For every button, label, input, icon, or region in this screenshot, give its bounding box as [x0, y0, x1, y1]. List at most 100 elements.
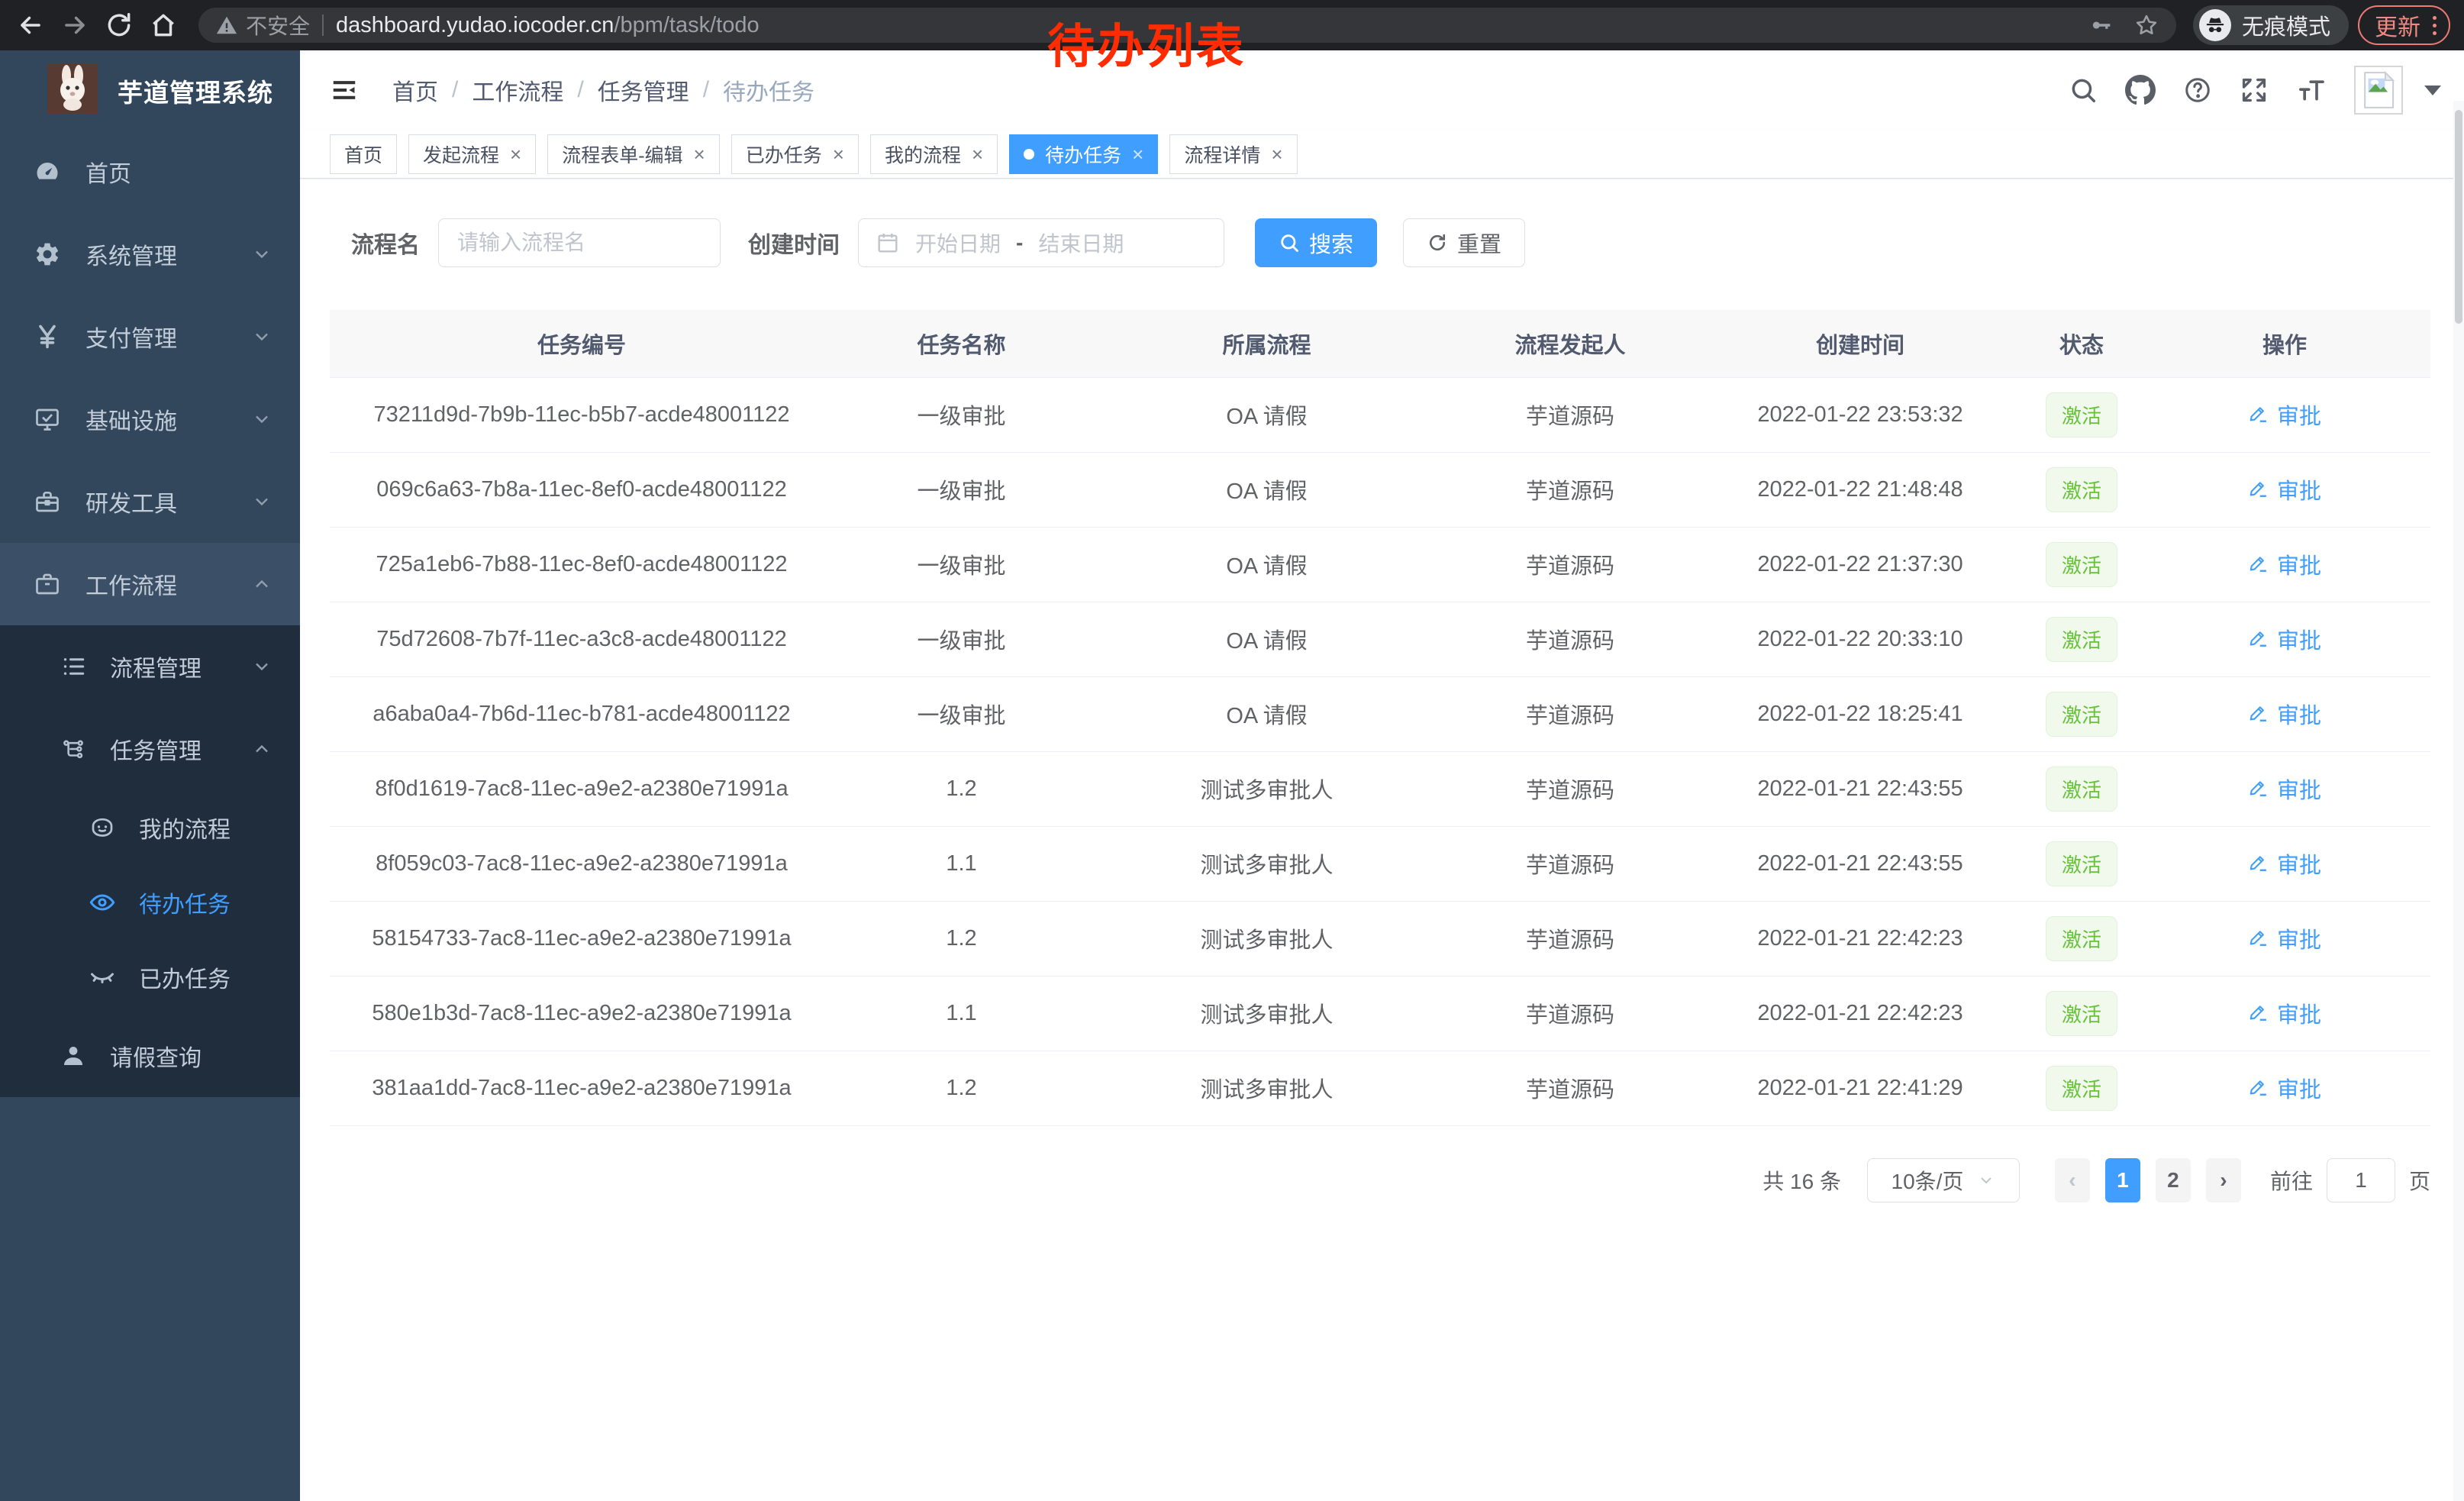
tab-label: 待办任务: [1045, 140, 1121, 168]
incognito-label: 无痕模式: [2242, 9, 2330, 41]
table-row: 725a1eb6-7b88-11ec-8ef0-acde48001122一级审批…: [330, 527, 2430, 602]
sidebar-item[interactable]: 任务管理: [0, 708, 300, 790]
sidebar-item[interactable]: 研发工具: [0, 460, 300, 543]
cell-initiator: 芋道源码: [1444, 602, 1696, 676]
browser-menu-icon[interactable]: [2433, 16, 2437, 35]
cell-initiator: 芋道源码: [1444, 676, 1696, 751]
font-size-icon[interactable]: [2296, 75, 2327, 105]
tab-label: 流程表单-编辑: [562, 140, 682, 168]
cell-id: a6aba0a4-7b6d-11ec-b781-acde48001122: [330, 676, 834, 751]
sidebar-item[interactable]: 首页: [0, 131, 300, 213]
next-page-button[interactable]: ›: [2206, 1158, 2241, 1202]
page-button-2[interactable]: 2: [2156, 1158, 2191, 1202]
pencil-icon: [2248, 928, 2269, 949]
dashboard-icon: [32, 158, 63, 186]
avatar-caret-icon[interactable]: [2424, 86, 2441, 95]
sidebar-item[interactable]: 已办任务: [0, 940, 300, 1015]
cell-status: 激活: [2024, 751, 2139, 826]
tab-流程详情[interactable]: 流程详情×: [1169, 134, 1297, 174]
fullscreen-icon[interactable]: [2240, 76, 2269, 105]
cell-created: 2022-01-21 22:42:23: [1696, 901, 2024, 976]
column-header: 所属流程: [1089, 310, 1444, 377]
reset-button[interactable]: 重置: [1403, 218, 1525, 267]
process-name-input[interactable]: [438, 218, 721, 267]
tab-发起流程[interactable]: 发起流程×: [408, 134, 536, 174]
password-key-icon[interactable]: [2089, 13, 2114, 37]
security-badge[interactable]: 不安全: [215, 10, 310, 40]
sidebar-item[interactable]: 请假查询: [0, 1015, 300, 1097]
tab-流程表单-编辑[interactable]: 流程表单-编辑 ×: [547, 134, 720, 174]
table-row: 069c6a63-7b8a-11ec-8ef0-acde48001122一级审批…: [330, 452, 2430, 527]
end-date-placeholder: 结束日期: [1038, 228, 1124, 258]
tab-我的流程[interactable]: 我的流程×: [870, 134, 998, 174]
sidebar-item[interactable]: 工作流程: [0, 543, 300, 625]
breadcrumb-item[interactable]: 任务管理: [598, 73, 689, 107]
close-icon[interactable]: ×: [1132, 144, 1143, 164]
cell-process: OA 请假: [1089, 377, 1444, 452]
approve-link[interactable]: 审批: [2248, 1072, 2321, 1104]
bookmark-star-icon[interactable]: [2133, 12, 2159, 38]
pencil-icon: [2248, 1077, 2269, 1099]
cell-action: 审批: [2139, 377, 2430, 452]
app-logo[interactable]: 芋道管理系统: [0, 50, 300, 131]
approve-link[interactable]: 审批: [2248, 548, 2321, 580]
scrollbar-thumb[interactable]: [2455, 110, 2462, 324]
breadcrumb-item[interactable]: 首页: [392, 73, 438, 107]
approve-link[interactable]: 审批: [2248, 997, 2321, 1029]
date-range-picker[interactable]: 开始日期 - 结束日期: [858, 218, 1224, 267]
sidebar-item[interactable]: 基础设施: [0, 378, 300, 460]
reload-icon[interactable]: [102, 8, 136, 42]
prev-page-button[interactable]: ‹: [2055, 1158, 2090, 1202]
sidebar-item[interactable]: 支付管理: [0, 295, 300, 378]
page-scrollbar[interactable]: [2453, 101, 2464, 1501]
cell-process: 测试多审批人: [1089, 901, 1444, 976]
approve-link[interactable]: 审批: [2248, 922, 2321, 954]
close-icon[interactable]: ×: [1271, 144, 1282, 164]
cell-name: 1.2: [834, 751, 1089, 826]
tab-已办任务[interactable]: 已办任务×: [731, 134, 859, 174]
goto-page-input[interactable]: 1: [2327, 1158, 2395, 1202]
breadcrumb-item[interactable]: 工作流程: [472, 73, 563, 107]
cell-status: 激活: [2024, 976, 2139, 1051]
sidebar-item[interactable]: 系统管理: [0, 213, 300, 295]
search-icon[interactable]: [2069, 76, 2098, 105]
home-icon[interactable]: [147, 8, 180, 42]
close-icon[interactable]: ×: [833, 144, 844, 164]
annotation-overlay: 待办列表: [1047, 8, 1246, 76]
back-icon[interactable]: [14, 8, 47, 42]
sidebar-item-label: 基础设施: [85, 402, 177, 436]
search-button[interactable]: 搜索: [1255, 218, 1377, 267]
approve-link[interactable]: 审批: [2248, 698, 2321, 730]
github-icon[interactable]: [2125, 75, 2156, 105]
close-icon[interactable]: ×: [972, 144, 983, 164]
cell-name: 一级审批: [834, 602, 1089, 676]
sidebar-collapse-icon[interactable]: [330, 76, 359, 105]
page-button-1[interactable]: 1: [2105, 1158, 2140, 1202]
close-icon[interactable]: ×: [510, 144, 521, 164]
sidebar-item[interactable]: 我的流程: [0, 790, 300, 865]
topbar: 首页/工作流程/任务管理/待办任务: [300, 50, 2464, 130]
help-icon[interactable]: [2183, 76, 2212, 105]
approve-link[interactable]: 审批: [2248, 623, 2321, 655]
main-area: 首页/工作流程/任务管理/待办任务: [300, 50, 2464, 1501]
status-badge: 激活: [2046, 991, 2117, 1036]
close-icon[interactable]: ×: [694, 144, 705, 164]
tab-首页[interactable]: 首页: [330, 134, 397, 174]
forward-icon[interactable]: [58, 8, 92, 42]
page-size-select[interactable]: 10条/页: [1867, 1158, 2020, 1202]
sidebar-item-label: 我的流程: [139, 811, 231, 844]
avatar[interactable]: [2354, 66, 2403, 115]
browser-update-button[interactable]: 更新: [2358, 5, 2450, 45]
sidebar-item[interactable]: 待办任务: [0, 865, 300, 940]
sidebar-item[interactable]: 流程管理: [0, 625, 300, 708]
breadcrumb: 首页/工作流程/任务管理/待办任务: [392, 73, 814, 107]
approve-link[interactable]: 审批: [2248, 473, 2321, 505]
user-icon: [58, 1042, 89, 1070]
approve-link[interactable]: 审批: [2248, 847, 2321, 880]
approve-link[interactable]: 审批: [2248, 773, 2321, 805]
approve-link[interactable]: 审批: [2248, 399, 2321, 431]
cell-created: 2022-01-22 18:25:41: [1696, 676, 2024, 751]
tab-待办任务[interactable]: 待办任务 ×: [1009, 134, 1158, 174]
sidebar-item-label: 请假查询: [110, 1039, 202, 1073]
cell-action: 审批: [2139, 527, 2430, 602]
